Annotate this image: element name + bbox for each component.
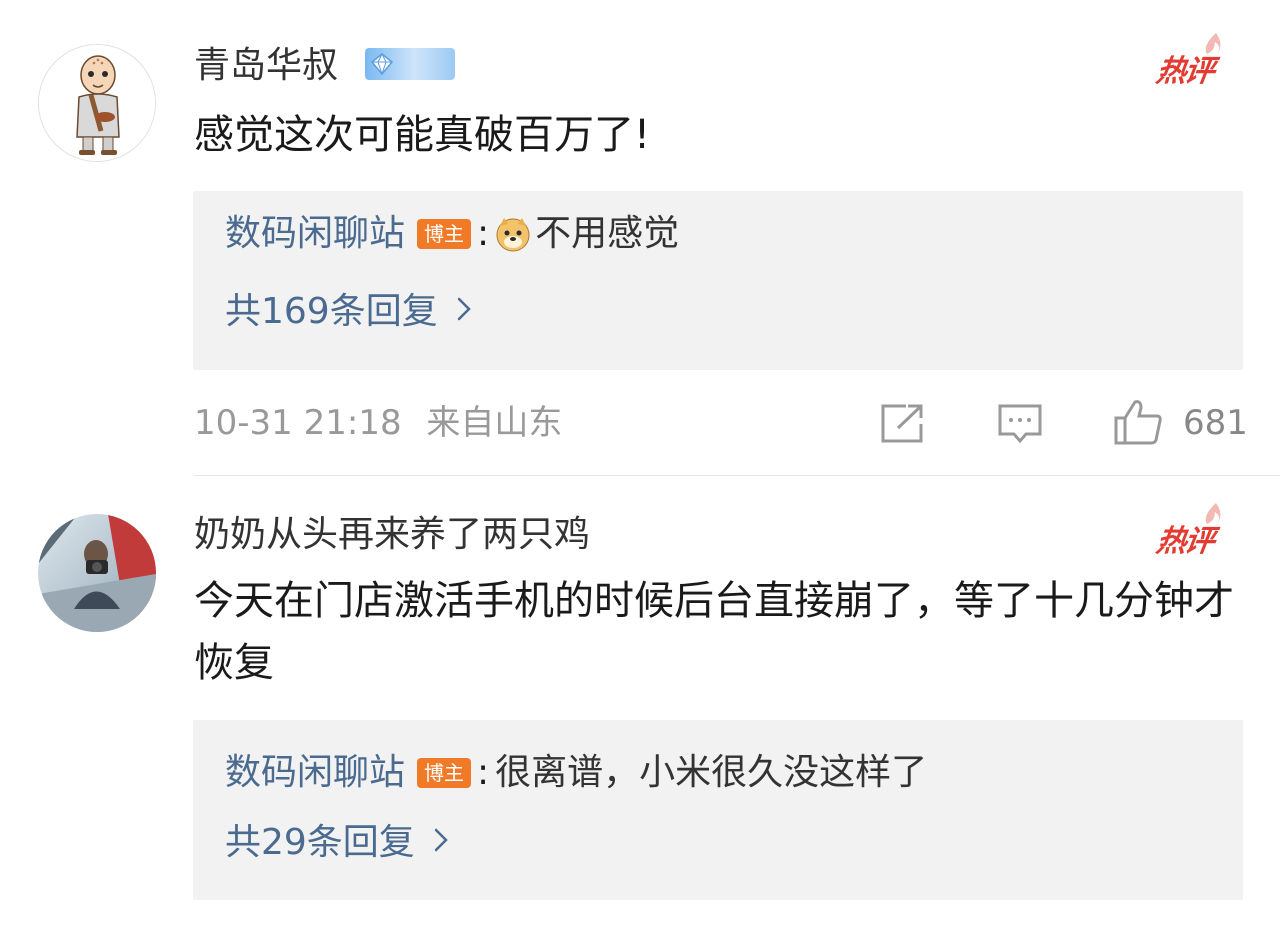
reply-author[interactable]: 数码闲聊站: [225, 750, 405, 796]
reply-count-link[interactable]: 共169条回复: [225, 289, 472, 335]
reply-text: 不用感觉: [535, 213, 680, 254]
flame-icon: [1197, 32, 1228, 70]
reply-count-link[interactable]: 共29条回复: [225, 820, 449, 866]
thumbs-up-icon[interactable]: [1113, 398, 1163, 450]
reply-colon: :: [477, 213, 490, 254]
vip-gem-icon: [370, 52, 394, 79]
avatar[interactable]: [38, 44, 156, 162]
reply-count[interactable]: 共169条回复: [225, 289, 438, 335]
flame-icon: [1197, 502, 1228, 540]
comment-item: 奶奶从头再来养了两只鸡 热评 今天在门店激活手机的时候后台直接崩了，等了十几分钟…: [0, 476, 1280, 925]
like-count: 681: [1183, 403, 1248, 443]
doge-emoji-icon: [495, 216, 531, 252]
reply-preview[interactable]: 数码闲聊站 博主 : 很离谱，小米很久没这样了 共29条回复: [193, 720, 1243, 900]
reply-line: 数码闲聊站 博主 : 很离谱，小米很久没这样了: [225, 750, 927, 796]
username[interactable]: 奶奶从头再来养了两只鸡: [194, 513, 590, 557]
reply-colon: :: [477, 752, 490, 793]
reply-line: 数码闲聊站 博主 : 不用感觉: [225, 211, 679, 257]
reply-text: 很离谱，小米很久没这样了: [495, 752, 928, 793]
avatar[interactable]: [38, 514, 156, 632]
chevron-right-icon: [433, 820, 449, 866]
comment-text: 今天在门店激活手机的时候后台直接崩了，等了十几分钟才恢复: [194, 578, 1234, 686]
share-icon[interactable]: [880, 404, 924, 448]
username[interactable]: 青岛华叔: [194, 44, 338, 88]
chevron-right-icon: [456, 289, 472, 335]
comment-text: 感觉这次可能真破百万了!: [194, 112, 651, 158]
location: 来自山东: [426, 403, 563, 443]
blogger-badge: 博主: [417, 219, 472, 249]
reply-count[interactable]: 共29条回复: [225, 820, 415, 866]
timestamp: 10-31 21:18: [194, 403, 402, 443]
hot-comment-badge: 热评: [1154, 33, 1221, 90]
comment-meta: 10-31 21:18 来自山东: [194, 401, 562, 445]
vip-badge[interactable]: [365, 48, 455, 80]
reply-preview[interactable]: 数码闲聊站 博主 : 不用感觉 共169条回复: [193, 191, 1243, 370]
blogger-badge: 博主: [417, 758, 472, 788]
comment-icon[interactable]: [998, 404, 1042, 448]
hot-comment-badge: 热评: [1154, 503, 1221, 560]
reply-author[interactable]: 数码闲聊站: [225, 211, 405, 257]
comment-item: 青岛华叔 热评 感觉这次可能真破百万了! 数码闲聊站 博主 : 不用感觉 共16…: [0, 0, 1280, 475]
